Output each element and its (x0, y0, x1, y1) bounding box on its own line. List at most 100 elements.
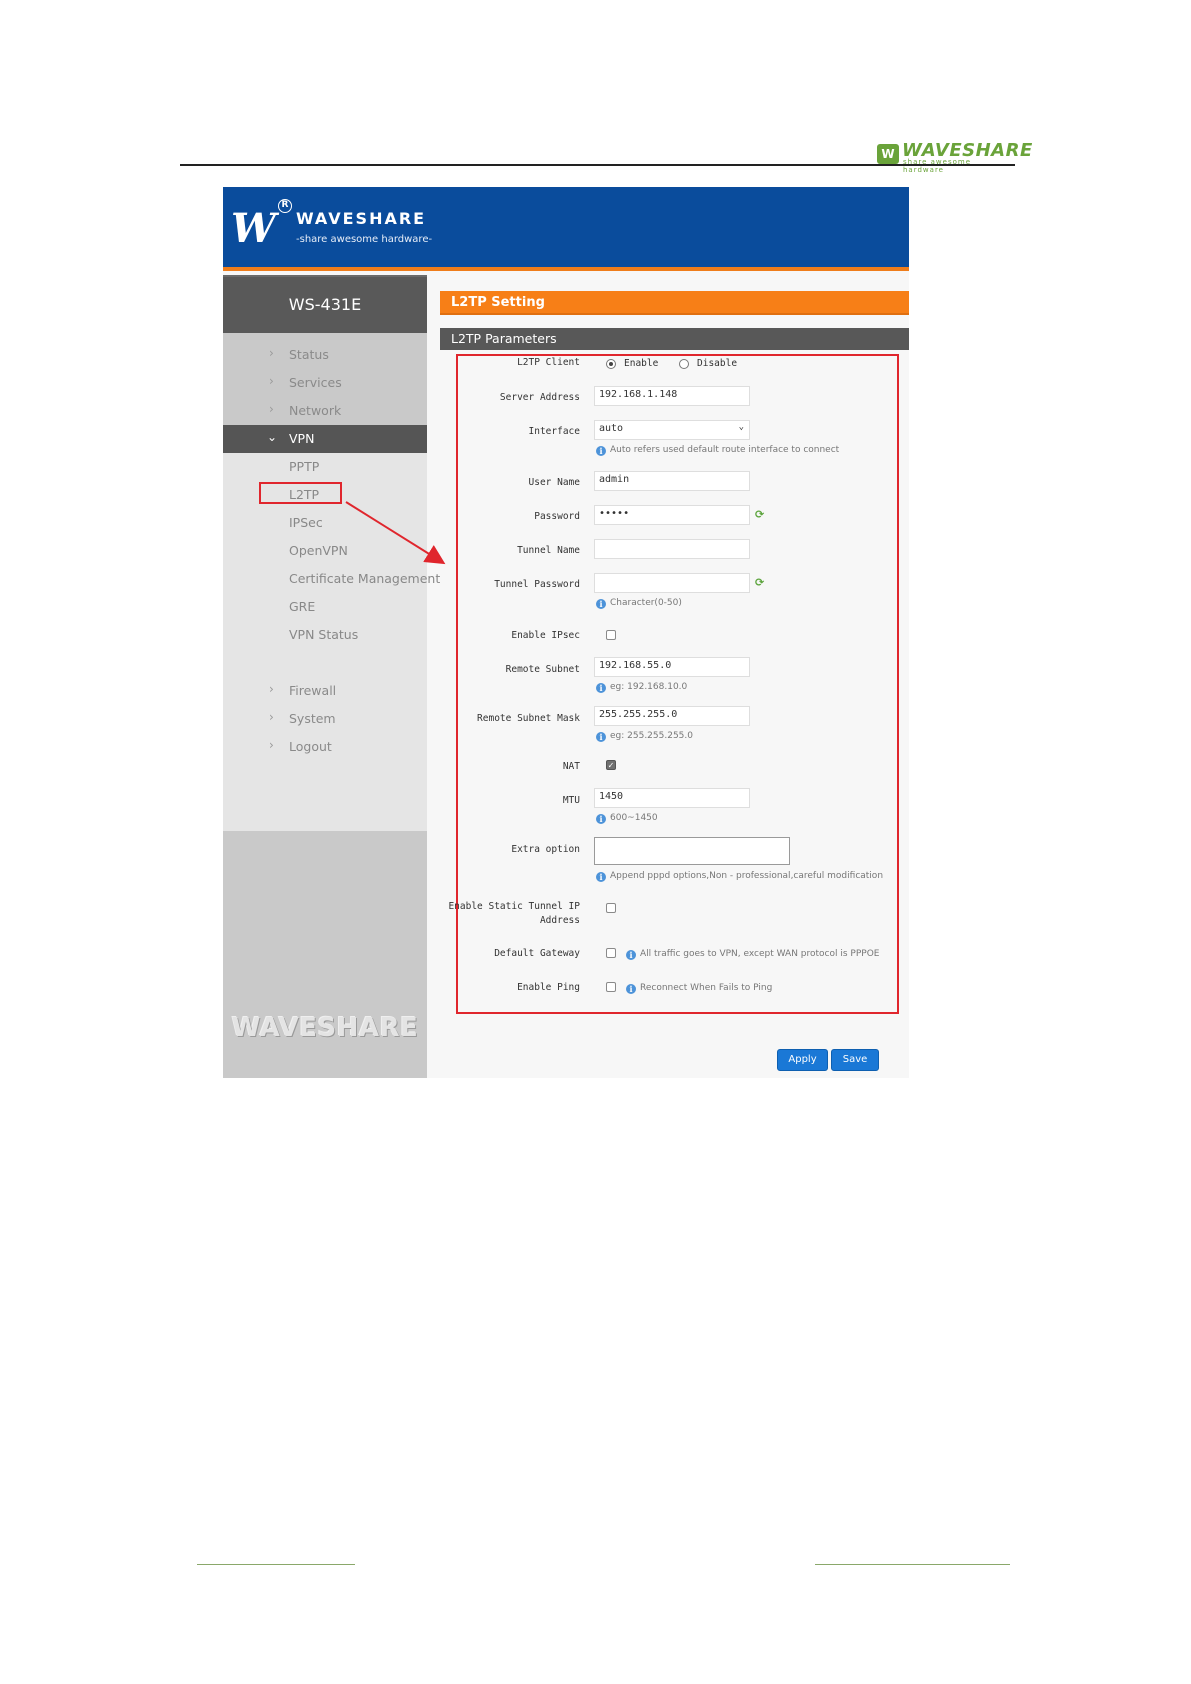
l2tp-client-label: L2TP Client (517, 357, 580, 368)
sidebar-item-logout[interactable]: › Logout (223, 733, 427, 761)
sidebar-item-label: VPN (289, 431, 315, 446)
submenu-item-pptp[interactable]: PPTP (223, 453, 427, 481)
chevron-right-icon: › (269, 402, 274, 416)
interface-select[interactable]: auto ⌄ (594, 420, 750, 440)
extra-option-label: Extra option (511, 844, 580, 855)
brand-tagline: -share awesome hardware- (296, 234, 433, 245)
show-password-icon[interactable]: ⟳ (755, 576, 767, 589)
extra-option-hint: Append pppd options,Non - professional,c… (610, 871, 884, 881)
info-icon: i (596, 872, 606, 882)
tunnel-password-hint: Character(0-50) (610, 598, 682, 608)
static-tunnel-ip-label-line2: Address (539, 915, 580, 926)
info-icon: i (596, 683, 606, 693)
mtu-label: MTU (562, 795, 580, 806)
l2tp-disable-radio[interactable] (679, 359, 689, 369)
remote-subnet-label: Remote Subnet (505, 664, 580, 675)
default-gateway-label: Default Gateway (494, 948, 580, 959)
info-icon: i (596, 814, 606, 824)
submenu-item-label: Certificate Management (289, 571, 441, 586)
doc-logo-icon: W (877, 144, 899, 164)
chevron-right-icon: › (269, 710, 274, 724)
enable-ping-hint: Reconnect When Fails to Ping (640, 983, 773, 993)
remote-subnet-mask-input[interactable]: 255.255.255.0 (594, 706, 750, 726)
doc-logo: W WAVESHARE share awesome hardware (877, 140, 1032, 174)
sidebar-item-label: Network (289, 403, 342, 418)
user-name-label: User Name (528, 477, 580, 488)
submenu-item-ipsec[interactable]: IPSec (223, 509, 427, 537)
nat-checkbox[interactable]: ✓ (606, 760, 616, 770)
password-label: Password (534, 511, 580, 522)
sidebar: WS-431E › Status › Services › Network ⌄ … (223, 275, 440, 1078)
brand-name: WAVESHARE (296, 209, 427, 228)
save-button[interactable]: Save (831, 1049, 879, 1071)
sidebar-item-status[interactable]: › Status (223, 341, 427, 369)
enable-ping-checkbox[interactable] (606, 982, 616, 992)
submenu-item-gre[interactable]: GRE (223, 593, 427, 621)
chevron-right-icon: › (269, 346, 274, 360)
tunnel-name-input[interactable] (594, 539, 750, 559)
footer-rule-right (815, 1564, 1010, 1565)
l2tp-enable-label: Enable (624, 358, 659, 369)
router-web-ui: W R WAVESHARE -share awesome hardware- W… (223, 187, 909, 1078)
chevron-right-icon: › (269, 682, 274, 696)
enable-ipsec-checkbox[interactable] (606, 630, 616, 640)
section-title: L2TP Setting (440, 291, 909, 315)
chevron-down-icon: ⌄ (267, 430, 278, 444)
submenu-item-certificate-management[interactable]: Certificate Management (223, 565, 440, 593)
remote-subnet-hint: eg: 192.168.10.0 (610, 682, 688, 692)
info-icon: i (596, 446, 606, 456)
server-address-label: Server Address (499, 392, 580, 403)
sidebar-item-firewall[interactable]: › Firewall (223, 677, 427, 705)
tunnel-password-input[interactable] (594, 573, 750, 593)
doc-logo-sub: share awesome hardware (903, 158, 972, 174)
mtu-input[interactable]: 1450 (594, 788, 750, 808)
remote-subnet-mask-label: Remote Subnet Mask (477, 713, 580, 724)
interface-hint: Auto refers used default route interface… (610, 445, 840, 455)
model-box: WS-431E (223, 275, 427, 333)
l2tp-disable-label: Disable (697, 358, 738, 369)
sidebar-item-label: Logout (289, 739, 332, 754)
sidebar-item-system[interactable]: › System (223, 705, 427, 733)
user-name-input[interactable]: admin (594, 471, 750, 491)
extra-option-textarea[interactable] (594, 837, 790, 865)
sidebar-item-services[interactable]: › Services (223, 369, 427, 397)
static-tunnel-ip-checkbox[interactable] (606, 903, 616, 913)
remote-subnet-input[interactable]: 192.168.55.0 (594, 657, 750, 677)
tunnel-password-label: Tunnel Password (494, 579, 580, 590)
server-address-input[interactable]: 192.168.1.148 (594, 386, 750, 406)
submenu-item-label: L2TP (289, 487, 320, 502)
chevron-down-icon: ⌄ (738, 422, 744, 432)
sidebar-item-network[interactable]: › Network (223, 397, 427, 425)
submenu-item-vpn-status[interactable]: VPN Status (223, 621, 427, 649)
submenu-item-openvpn[interactable]: OpenVPN (223, 537, 427, 565)
static-tunnel-ip-label-line1: Enable Static Tunnel IP (448, 901, 580, 912)
chevron-right-icon: › (269, 374, 274, 388)
submenu-item-label: GRE (289, 599, 316, 614)
info-icon: i (626, 950, 636, 960)
default-gateway-checkbox[interactable] (606, 948, 616, 958)
l2tp-enable-radio[interactable] (606, 359, 616, 369)
footer-rule-left (197, 1564, 355, 1565)
sidebar-watermark: WAVESHARE (231, 1013, 419, 1043)
submenu-item-label: IPSec (289, 515, 323, 530)
password-input[interactable]: ••••• (594, 505, 750, 525)
registered-icon: R (278, 199, 292, 213)
sidebar-item-vpn[interactable]: ⌄ VPN (223, 425, 427, 453)
info-icon: i (596, 599, 606, 609)
show-password-icon[interactable]: ⟳ (755, 508, 767, 521)
app-header: W R WAVESHARE -share awesome hardware- (223, 187, 909, 271)
submenu-item-label: VPN Status (289, 627, 359, 642)
vpn-submenu-panel: PPTP L2TP IPSec OpenVPN Certificate Mana… (223, 453, 440, 677)
submenu-item-l2tp[interactable]: L2TP (223, 481, 427, 509)
enable-ipsec-label: Enable IPsec (511, 630, 580, 641)
default-gateway-hint: All traffic goes to VPN, except WAN prot… (640, 949, 880, 959)
sidebar-item-label: Status (289, 347, 329, 362)
mtu-hint: 600~1450 (610, 813, 658, 823)
sidebar-item-label: Services (289, 375, 342, 390)
submenu-item-label: OpenVPN (289, 543, 348, 558)
nat-label: NAT (562, 761, 580, 772)
waveshare-logo-icon: W (231, 205, 276, 252)
apply-button[interactable]: Apply (777, 1049, 828, 1071)
submenu-item-label: PPTP (289, 459, 320, 474)
remote-subnet-mask-hint: eg: 255.255.255.0 (610, 731, 693, 741)
